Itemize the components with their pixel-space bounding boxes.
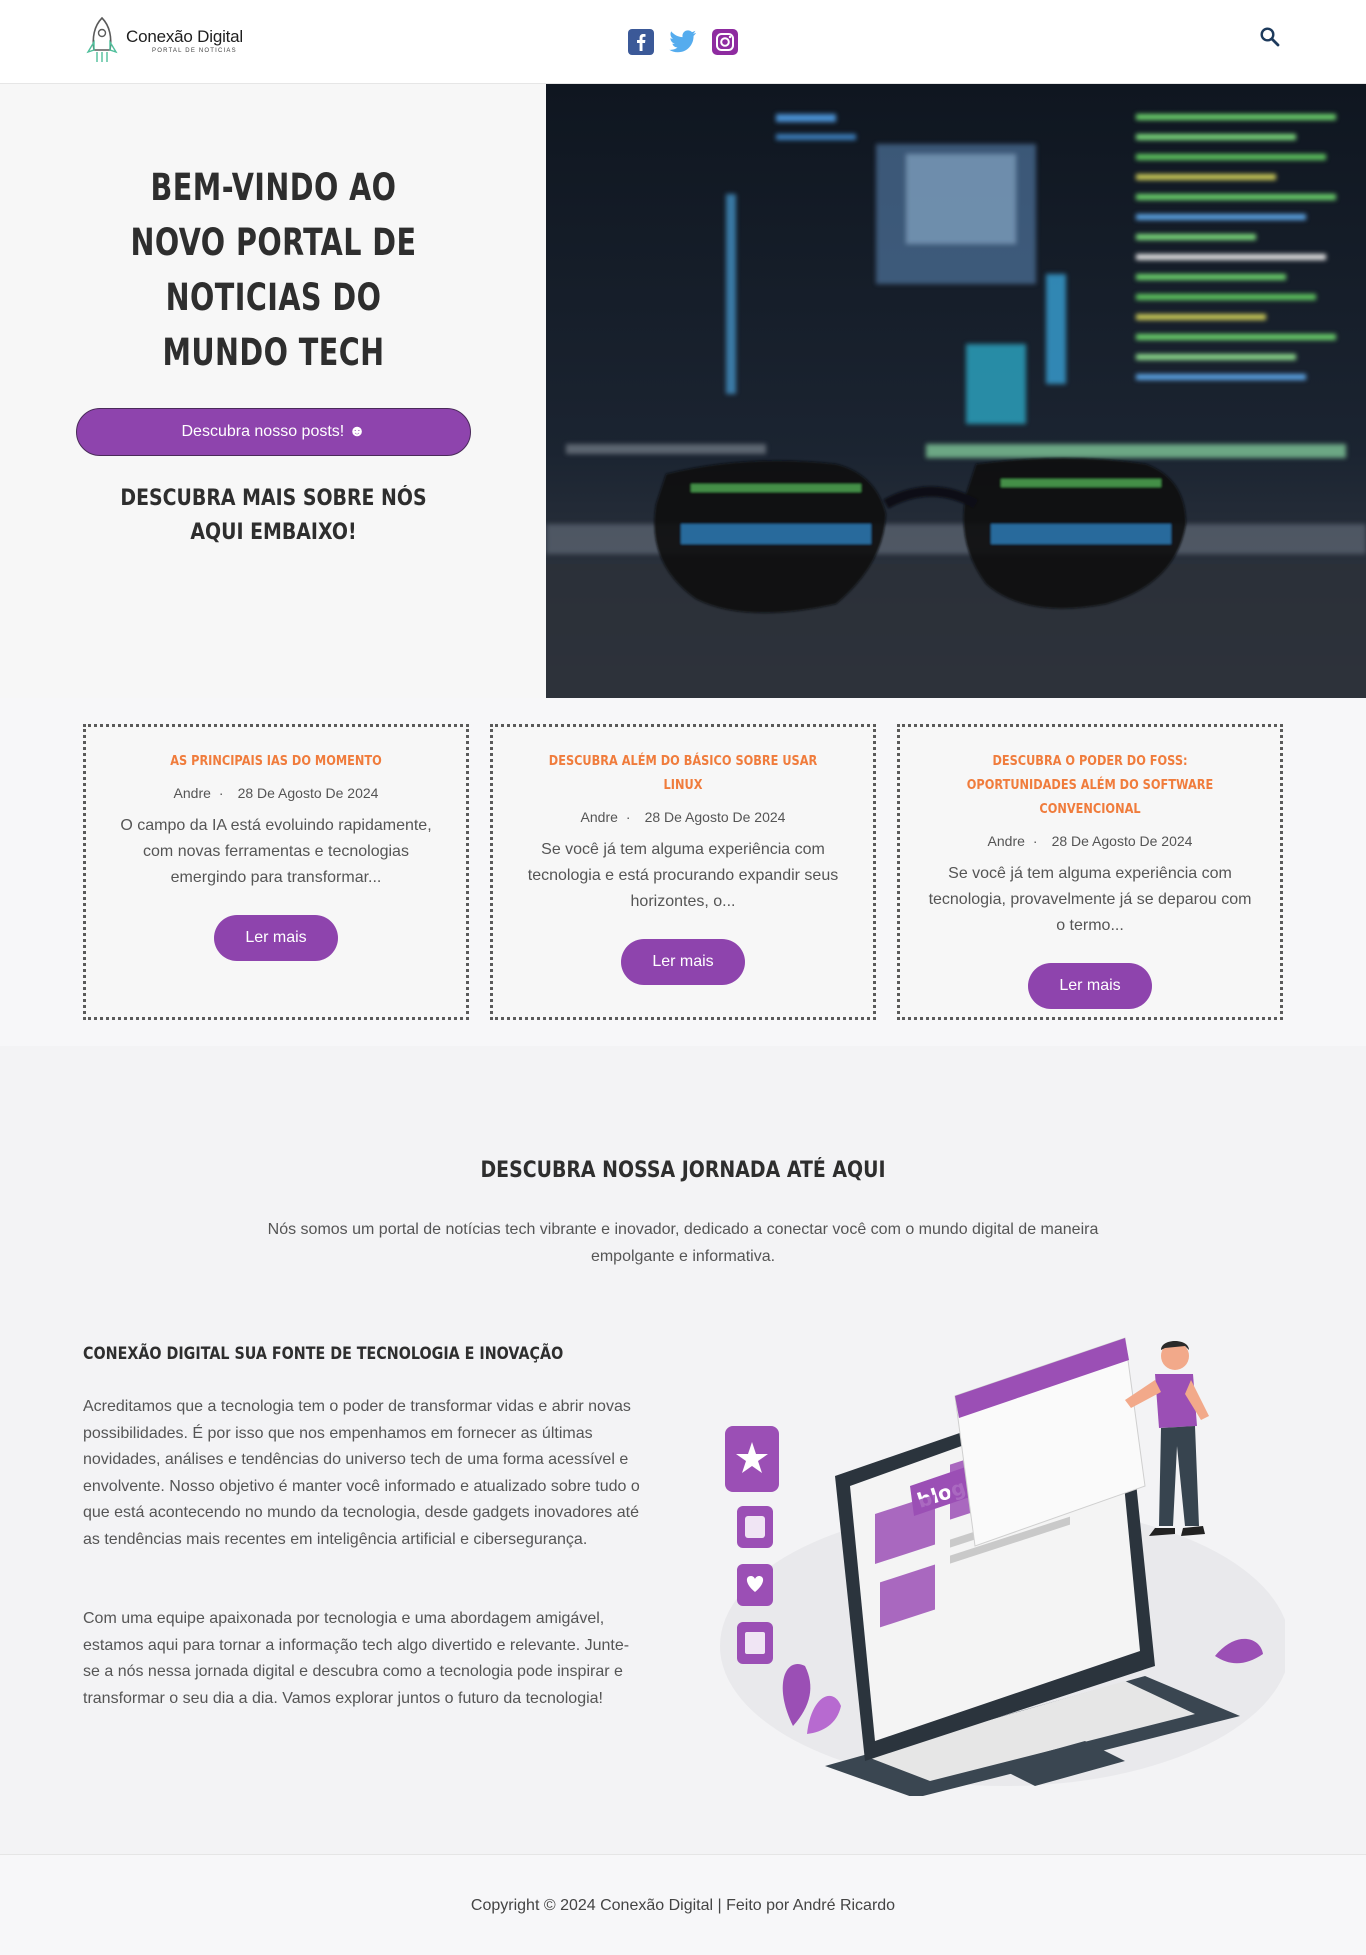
rocket-logo-icon bbox=[86, 16, 118, 62]
search-icon[interactable] bbox=[1259, 26, 1285, 52]
site-logo[interactable]: Conexão Digital PORTAL DE NOTICIAS bbox=[84, 16, 243, 64]
read-more-button[interactable]: Ler mais bbox=[1028, 963, 1152, 1009]
post-excerpt: Se você já tem alguma experiência com te… bbox=[527, 841, 839, 910]
post-date: 28 De Agosto De 2024 bbox=[1051, 833, 1193, 849]
post-excerpt: Se você já tem alguma experiência com te… bbox=[928, 865, 1252, 934]
post-title[interactable]: As principais IAs do momento bbox=[135, 749, 417, 773]
hero-title: Bem-vindo ao novo portal de noticias do … bbox=[130, 166, 417, 374]
hero-subtitle: Descubra mais sobre nós aqui embaixo! bbox=[120, 486, 427, 545]
hero-image-code-glasses bbox=[546, 84, 1366, 698]
logo-name: Conexão Digital bbox=[126, 26, 244, 46]
post-card: As principais IAs do momento Andre · 28 De… bbox=[83, 724, 469, 1020]
post-author[interactable]: Andre bbox=[581, 809, 618, 825]
footer-copyright: Copyright © 2024 Conexão Digital | Feito… bbox=[470, 1897, 896, 1914]
logo-subtitle: PORTAL DE NOTICIAS bbox=[152, 47, 237, 54]
social-links bbox=[627, 28, 739, 56]
about-title: Descubra nossa jornada até aqui bbox=[480, 1158, 886, 1183]
about-lead: Nós somos um portal de notícias tech vib… bbox=[267, 1221, 1099, 1265]
post-card: Descubra o Poder do FOSS: Oportunidades … bbox=[897, 724, 1283, 1020]
facebook-icon[interactable] bbox=[627, 28, 655, 56]
site-footer: Copyright © 2024 Conexão Digital | Feito… bbox=[0, 1854, 1366, 1955]
post-meta: Andre · 28 De Agosto De 2024 bbox=[173, 785, 379, 801]
post-title[interactable]: Descubra Além do Básico sobre usar Linux bbox=[542, 749, 824, 797]
about-paragraph-1: Acreditamos que a tecnologia tem o poder… bbox=[83, 1398, 640, 1548]
about-paragraph-2: Com uma equipe apaixonada por tecnologia… bbox=[83, 1610, 630, 1707]
post-date: 28 De Agosto De 2024 bbox=[644, 809, 786, 825]
about-section: Descubra nossa jornada até aqui Nós somo… bbox=[0, 1046, 1366, 1854]
hero-section: Bem-vindo ao novo portal de noticias do … bbox=[0, 84, 1366, 698]
twitter-icon[interactable] bbox=[669, 28, 697, 56]
post-author[interactable]: Andre bbox=[988, 833, 1025, 849]
post-meta: Andre · 28 De Agosto De 2024 bbox=[987, 833, 1193, 849]
hero-content: Bem-vindo ao novo portal de noticias do … bbox=[76, 160, 471, 550]
post-date: 28 De Agosto De 2024 bbox=[237, 785, 379, 801]
post-excerpt: O campo da IA está evoluindo rapidamente… bbox=[120, 817, 432, 886]
read-more-button[interactable]: Ler mais bbox=[621, 939, 745, 985]
read-more-button[interactable]: Ler mais bbox=[214, 915, 338, 961]
posts-grid: As principais IAs do momento Andre · 28 De… bbox=[83, 724, 1283, 1020]
post-meta: Andre · 28 De Agosto De 2024 bbox=[580, 809, 786, 825]
discover-posts-button[interactable]: Descubra nosso posts! ☻ bbox=[76, 408, 471, 456]
post-title[interactable]: Descubra o Poder do FOSS: Oportunidades … bbox=[949, 749, 1231, 821]
about-heading: Conexão Digital sua fonte de tecnologia … bbox=[83, 1344, 564, 1364]
blog-illustration: blog bbox=[715, 1336, 1290, 1798]
instagram-icon[interactable] bbox=[711, 28, 739, 56]
post-author[interactable]: Andre bbox=[174, 785, 211, 801]
site-header: Conexão Digital PORTAL DE NOTICIAS bbox=[0, 0, 1366, 84]
post-card: Descubra Além do Básico sobre usar Linux… bbox=[490, 724, 876, 1020]
